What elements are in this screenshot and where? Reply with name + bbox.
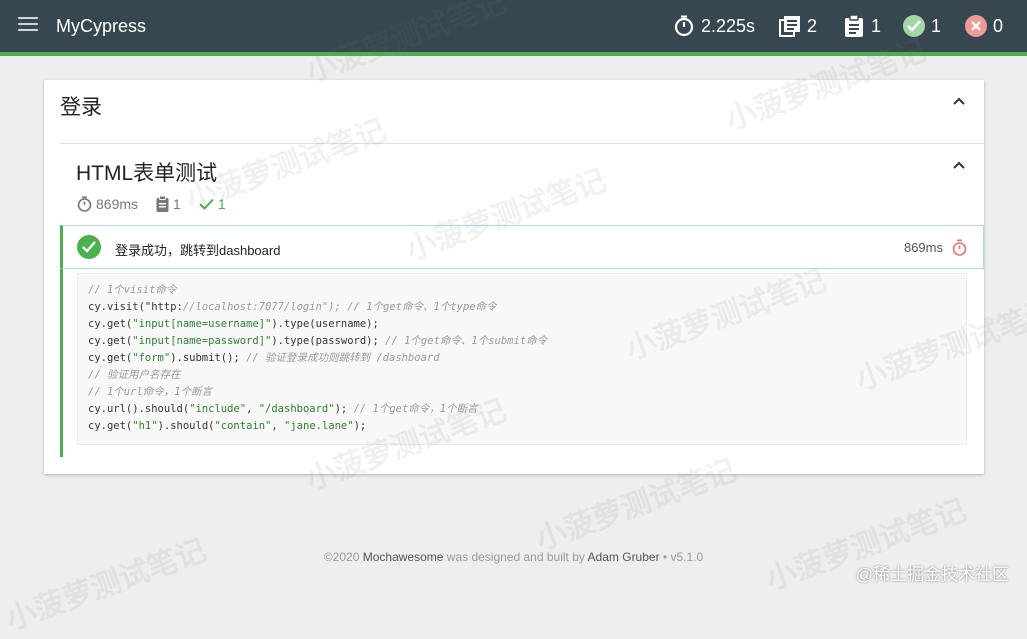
clipboard-icon	[156, 196, 169, 212]
test-duration: 869ms	[903, 240, 943, 255]
code-line: // 1个url命令，1个断言	[88, 386, 213, 398]
test-title: 登录成功，跳转到dashboard	[115, 243, 281, 258]
failures-count: 0	[993, 15, 1004, 36]
sub-suite-duration-value: 869ms	[96, 196, 139, 212]
tests-stat[interactable]: 1	[843, 14, 881, 38]
footer-copyright: ©2020	[323, 550, 360, 564]
chevron-up-icon[interactable]	[952, 159, 966, 173]
stopwatch-icon	[673, 15, 695, 37]
check-icon	[199, 198, 214, 210]
duration-value: 2.225s	[701, 15, 756, 36]
stopwatch-icon	[77, 196, 92, 212]
duration-stat: 2.225s	[673, 14, 755, 38]
suite-title: 登录	[60, 96, 102, 119]
sub-suite-passes-value: 1	[217, 196, 226, 212]
tests-count: 1	[871, 15, 882, 36]
clipboard-icon	[843, 15, 865, 37]
site-watermark: @稀土掘金技术社区	[855, 565, 1009, 584]
test-code: // 1个visit命令 cy.visit("http://localhost:7…	[77, 273, 967, 445]
check-circle-icon	[77, 235, 101, 259]
top-navbar: MyCypress 2.225s 2 1 1 0	[0, 0, 1027, 56]
code-line: cy.url().should("include", "/dashboard")…	[88, 403, 478, 415]
footer-author-link[interactable]: Adam Gruber	[588, 550, 660, 564]
sub-suite-duration: 869ms	[77, 196, 138, 212]
library-books-icon	[779, 15, 801, 37]
passes-count: 1	[931, 15, 942, 36]
code-line: cy.get("input[name=username]").type(user…	[88, 318, 379, 330]
footer-text: was designed and built by	[446, 550, 585, 564]
watermark: 小菠萝测试笔记	[1, 533, 211, 637]
stopwatch-icon	[952, 239, 967, 256]
test-row[interactable]: 登录成功，跳转到dashboard 869ms	[60, 225, 984, 269]
sub-suite: HTML表单测试 869ms 1 1 登录成功，跳转到dashboard 869…	[60, 143, 984, 459]
code-line: cy.get("input[name=password]").type(pass…	[88, 335, 548, 347]
cancel-circle-icon	[965, 15, 987, 37]
code-line: cy.visit("http://localhost:7077/login");…	[88, 301, 497, 313]
menu-icon[interactable]	[18, 17, 38, 33]
sub-suite-tests: 1	[156, 196, 181, 212]
sub-suite-tests-value: 1	[173, 196, 181, 212]
footer-version: • v5.1.0	[662, 550, 704, 564]
footer-product-link[interactable]: Mochawesome	[363, 550, 444, 564]
report-title: MyCypress	[56, 16, 147, 36]
suite-card: 登录 HTML表单测试 869ms 1 1 登录成功，跳转到dashboard	[44, 80, 984, 474]
code-line: // 1个visit命令	[88, 284, 177, 296]
code-line: // 验证用户名存在	[88, 369, 181, 381]
suites-stat[interactable]: 2	[779, 14, 817, 38]
code-line: cy.get("form").submit(); // 验证登录成功则跳转到 /…	[88, 352, 440, 364]
chevron-up-icon[interactable]	[952, 95, 966, 109]
sub-suite-passes: 1	[199, 196, 226, 212]
failures-stat[interactable]: 0	[965, 14, 1003, 38]
test-code-panel: // 1个visit命令 cy.visit("http://localhost:7…	[60, 269, 984, 457]
sub-suite-title: HTML表单测试	[76, 162, 218, 185]
check-circle-icon	[903, 15, 925, 37]
passes-stat[interactable]: 1	[903, 14, 941, 38]
code-line: cy.get("h1").should("contain", "jane.lan…	[88, 420, 367, 432]
suites-count: 2	[807, 15, 818, 36]
sub-suite-summary: 869ms 1 1	[77, 196, 244, 212]
